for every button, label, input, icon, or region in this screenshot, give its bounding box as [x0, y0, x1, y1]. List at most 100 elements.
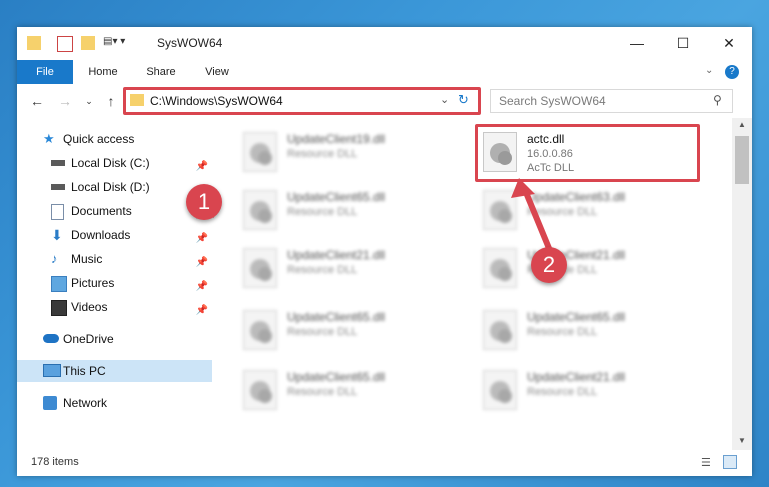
tab-share[interactable]: Share [139, 60, 183, 84]
up-arrow-icon[interactable]: ↑ [103, 93, 119, 109]
pin-icon[interactable]: 📌 [196, 156, 208, 178]
sidebar-item-music[interactable]: ♪ Music 📌 [17, 248, 212, 270]
file-name: UpdateClient19.dll [287, 132, 386, 146]
sidebar-item-quick-access[interactable]: ★ Quick access [17, 128, 212, 150]
file-type: Resource DLL [287, 326, 358, 338]
file-type: Resource DLL [527, 206, 598, 218]
sidebar-item-label: Network [63, 396, 108, 410]
file-item[interactable]: UpdateClient63.dll Resource DLL [475, 184, 700, 234]
recent-chevron-icon[interactable]: ⌄ [81, 93, 97, 109]
help-icon[interactable]: ? [725, 65, 739, 79]
file-name: UpdateClient21.dll [527, 370, 626, 384]
address-highlight [123, 87, 481, 115]
step-2-badge: 2 [531, 247, 567, 283]
computer-icon [43, 364, 61, 377]
scroll-down-icon[interactable]: ▼ [738, 436, 746, 445]
search-input[interactable]: Search SysWOW64 [499, 94, 606, 108]
file-name: UpdateClient65.dll [287, 190, 386, 204]
sidebar-item-documents[interactable]: Documents 📌 [17, 200, 212, 222]
pin-icon[interactable]: 📌 [196, 252, 208, 274]
details-view-icon[interactable]: ☰ [701, 456, 711, 469]
file-item[interactable]: UpdateClient65.dll Resource DLL [235, 364, 460, 414]
maximize-button[interactable]: ☐ [660, 27, 706, 60]
file-type: Resource DLL [287, 206, 358, 218]
window-title: SysWOW64 [157, 36, 223, 50]
sidebar-item-onedrive[interactable]: OneDrive [17, 328, 212, 350]
new-folder-icon[interactable] [81, 36, 95, 50]
back-arrow-icon[interactable]: ← [29, 93, 45, 109]
file-item[interactable]: UpdateClient19.dll Resource DLL [235, 126, 460, 176]
sidebar-item-label: Local Disk (C:) [71, 156, 150, 170]
sidebar-item-local-disk-d[interactable]: Local Disk (D:) [17, 176, 212, 198]
sidebar-item-videos[interactable]: Videos 📌 [17, 296, 212, 318]
file-name: UpdateClient65.dll [287, 370, 386, 384]
file-type: Resource DLL [527, 326, 598, 338]
search-icon[interactable]: ⚲ [713, 93, 722, 107]
pictures-icon [51, 276, 67, 292]
navigation-pane: ★ Quick access Local Disk (C:) 📌 Local D… [17, 118, 212, 450]
properties-icon[interactable] [57, 36, 73, 52]
file-item[interactable]: UpdateClient21.dll Resource DLL [235, 242, 460, 292]
star-icon: ★ [43, 131, 55, 146]
sidebar-item-downloads[interactable]: ⬇ Downloads 📌 [17, 224, 212, 246]
file-item[interactable]: UpdateClient65.dll Resource DLL [475, 304, 700, 354]
pin-icon[interactable]: 📌 [196, 228, 208, 250]
music-icon: ♪ [51, 251, 58, 266]
file-list: UpdateClient19.dll Resource DLL actc.dll… [213, 118, 732, 450]
dll-file-icon [483, 370, 517, 410]
file-type: Resource DLL [287, 386, 358, 398]
sidebar-item-pictures[interactable]: Pictures 📌 [17, 272, 212, 294]
title-bar: ▤▾ ▾ SysWOW64 — ☐ ✕ [17, 27, 752, 60]
file-name: UpdateClient65.dll [527, 310, 626, 324]
close-button[interactable]: ✕ [706, 27, 752, 60]
file-explorer-window: ▤▾ ▾ SysWOW64 — ☐ ✕ File Home Share View… [17, 27, 752, 476]
dll-file-icon [243, 370, 277, 410]
dll-file-icon [243, 248, 277, 288]
pin-icon[interactable]: 📌 [196, 300, 208, 322]
sidebar-item-label: Pictures [71, 276, 115, 290]
sidebar-item-label: Downloads [71, 228, 131, 242]
file-highlight [475, 124, 700, 182]
file-item[interactable]: UpdateClient65.dll Resource DLL [235, 304, 460, 354]
chevron-down-icon[interactable]: ⌄ [705, 65, 713, 76]
file-item[interactable]: UpdateClient21.dll Resource DLL [475, 242, 700, 292]
drive-icon [51, 160, 65, 166]
dll-file-icon [483, 310, 517, 350]
download-icon: ⬇ [51, 227, 63, 243]
file-item[interactable]: UpdateClient21.dll Resource DLL [475, 364, 700, 414]
sidebar-item-label: Videos [71, 300, 108, 314]
forward-arrow-icon[interactable]: → [57, 93, 73, 109]
large-icons-view-icon[interactable] [723, 455, 737, 469]
documents-icon [51, 204, 64, 220]
sidebar-item-network[interactable]: Network [17, 392, 212, 414]
minimize-button[interactable]: — [614, 27, 660, 60]
dll-file-icon [483, 190, 517, 230]
sidebar-item-this-pc[interactable]: This PC [17, 360, 212, 382]
sidebar-item-label: Quick access [63, 132, 135, 146]
file-type: Resource DLL [527, 386, 598, 398]
dll-file-icon [243, 190, 277, 230]
tab-view[interactable]: View [197, 60, 237, 84]
scroll-up-icon[interactable]: ▲ [738, 120, 746, 129]
sidebar-item-local-disk-c[interactable]: Local Disk (C:) 📌 [17, 152, 212, 174]
sidebar-item-label: Local Disk (D:) [71, 180, 150, 194]
dll-file-icon [483, 248, 517, 288]
folder-icon[interactable] [27, 36, 41, 50]
scroll-thumb[interactable] [735, 136, 749, 184]
status-bar: 178 items ☰ [17, 450, 752, 476]
sidebar-item-label: This PC [63, 364, 106, 378]
search-box[interactable]: Search SysWOW64 ⚲ [490, 89, 733, 113]
vertical-scrollbar[interactable]: ▲ ▼ [732, 118, 752, 450]
customize-qa-icon[interactable]: ▤▾ ▾ [103, 36, 133, 50]
file-name: UpdateClient63.dll [527, 190, 626, 204]
dll-file-icon [243, 132, 277, 172]
pin-icon[interactable]: 📌 [196, 276, 208, 298]
file-type: Resource DLL [287, 148, 358, 160]
item-count: 178 items [31, 456, 79, 468]
tab-home[interactable]: Home [81, 60, 125, 84]
file-item[interactable]: UpdateClient65.dll Resource DLL [235, 184, 460, 234]
sidebar-item-label: OneDrive [63, 332, 114, 346]
videos-icon [51, 300, 67, 316]
network-icon [43, 396, 57, 410]
navigation-bar: ← → ⌄ ↑ C:\Windows\SysWOW64 ⌄ ↻ Search S… [17, 84, 752, 118]
